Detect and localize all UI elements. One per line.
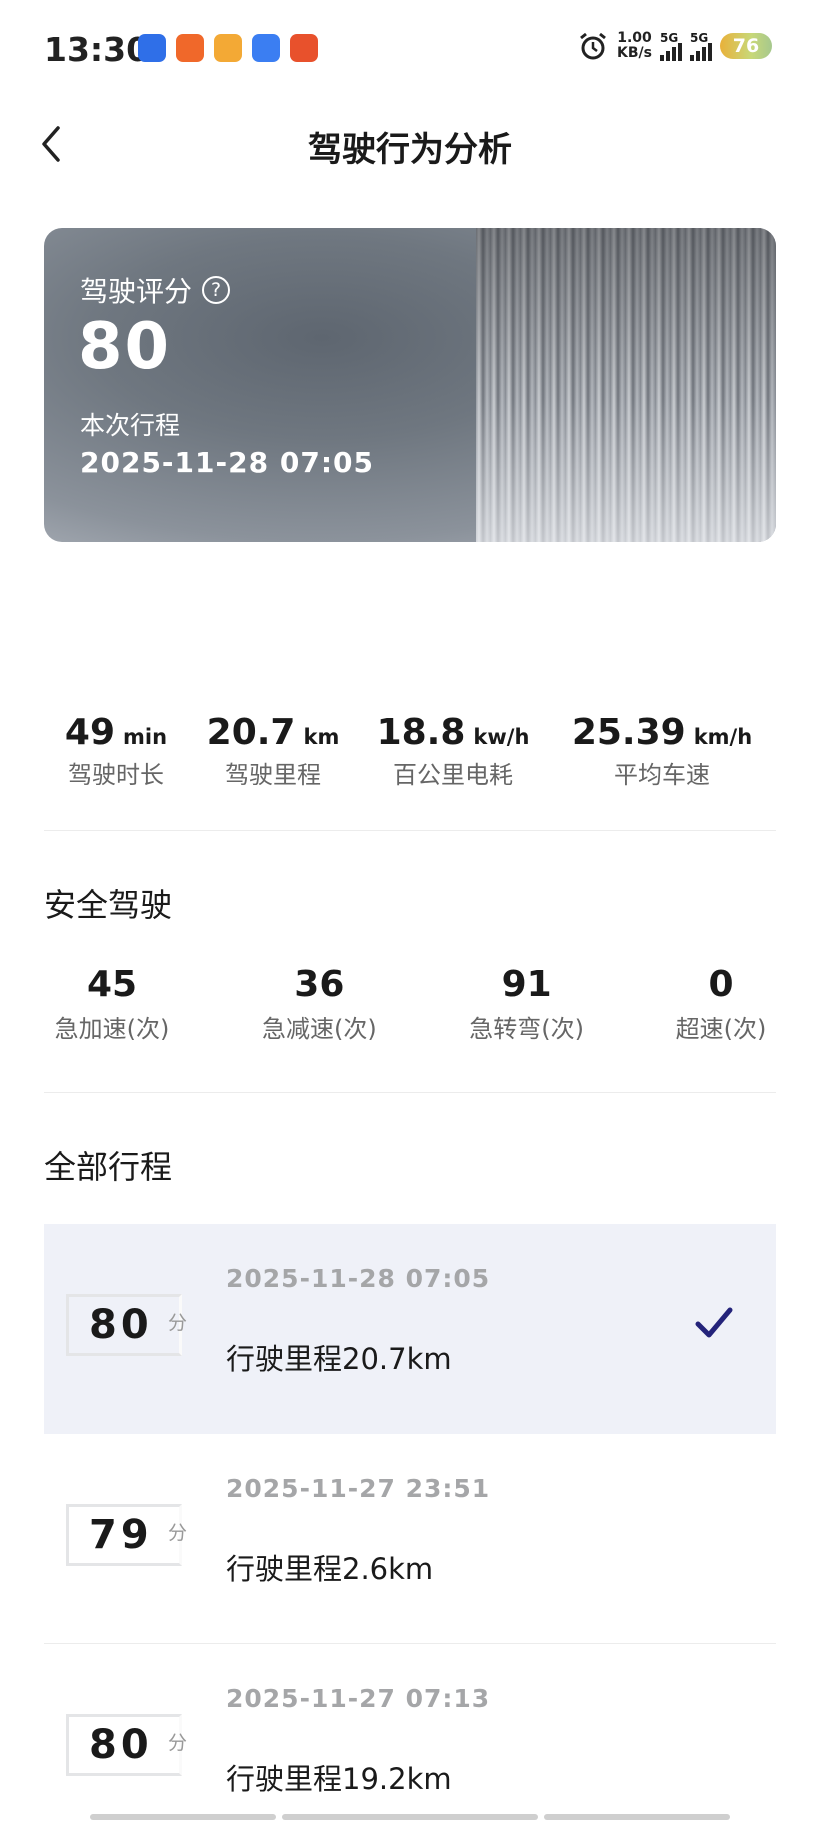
safety-value: 36 — [294, 964, 345, 1005]
trip-score-box: 80 — [66, 1714, 182, 1776]
safety-label: 超速(次) — [675, 1015, 767, 1043]
stat-value: 25.39 — [571, 712, 686, 753]
stat-label: 驾驶里程 — [225, 761, 321, 789]
divider — [44, 1092, 776, 1093]
card-decoration — [476, 228, 776, 542]
trip-item[interactable]: 80 分 2025-11-28 07:05 行驶里程20.7km — [44, 1224, 776, 1434]
trip-score-box: 79 — [66, 1504, 182, 1566]
network-speed-value: 1.00 — [617, 30, 652, 46]
stat-unit: min — [123, 725, 168, 749]
stat-value: 18.8 — [376, 712, 466, 753]
stat-label: 驾驶时长 — [68, 761, 164, 789]
safety-label: 急减速(次) — [261, 1015, 377, 1043]
trip-score-unit: 分 — [168, 1312, 188, 1334]
status-bar: 13:30 1.00 KB/s 5G 5G 76 — [0, 0, 820, 100]
safety-value: 91 — [501, 964, 552, 1005]
current-trip-time: 2025-11-28 07:05 — [80, 446, 374, 479]
trip-score: 80 — [89, 1302, 153, 1348]
stat-label: 百公里电耗 — [393, 761, 513, 789]
safety-sharp-turn: 91 急转弯(次) — [459, 964, 595, 1044]
home-indicator[interactable] — [282, 1814, 538, 1820]
stat-energy-consumption: 18.8 kw/h 百公里电耗 — [358, 712, 548, 790]
help-icon[interactable]: ? — [202, 276, 231, 304]
network-speed: 1.00 KB/s — [617, 31, 652, 61]
current-trip-label: 本次行程 — [80, 411, 181, 440]
app-icon — [214, 34, 242, 62]
trip-stats: 49 min 驾驶时长 20.7 km 驾驶里程 18.8 kw/h 百公里电耗 25… — [44, 712, 776, 790]
stat-value: 20.7 — [206, 712, 296, 753]
trip-score-unit: 分 — [168, 1732, 188, 1754]
signal-strength-icon: 5G — [660, 31, 682, 61]
safety-speeding: 0 超速(次) — [666, 964, 776, 1044]
trip-item[interactable]: 79 分 2025-11-27 23:51 行驶里程2.6km — [44, 1434, 776, 1644]
status-indicators: 1.00 KB/s 5G 5G 76 — [577, 30, 772, 62]
trip-distance: 行驶里程20.7km — [226, 1342, 452, 1376]
safety-rapid-deceleration: 36 急减速(次) — [251, 964, 387, 1044]
page-title: 驾驶行为分析 — [308, 130, 512, 170]
stat-average-speed: 25.39 km/h 平均车速 — [548, 712, 776, 790]
trip-date: 2025-11-28 07:05 — [226, 1264, 491, 1293]
stat-unit: km/h — [693, 725, 753, 749]
signal-label: 5G — [660, 31, 679, 45]
stat-distance: 20.7 km 驾驶里程 — [188, 712, 358, 790]
trip-score: 80 — [89, 1722, 153, 1768]
notification-app-icons — [138, 34, 318, 62]
stat-label: 平均车速 — [614, 761, 710, 789]
safety-value: 0 — [708, 964, 734, 1005]
trip-date: 2025-11-27 23:51 — [226, 1474, 491, 1503]
stat-value: 49 — [64, 712, 116, 753]
trip-distance: 行驶里程19.2km — [226, 1762, 452, 1796]
app-icon — [176, 34, 204, 62]
status-time: 13:30 — [44, 30, 150, 69]
home-indicator — [544, 1814, 730, 1820]
app-icon — [252, 34, 280, 62]
stat-unit: kw/h — [473, 725, 530, 749]
trip-score-box: 80 — [66, 1294, 182, 1356]
battery-level: 76 — [720, 33, 772, 59]
trip-score-unit: 分 — [168, 1522, 188, 1544]
safety-label: 急加速(次) — [54, 1015, 170, 1043]
network-speed-unit: KB/s — [617, 45, 652, 61]
signal-strength-icon: 5G — [690, 31, 712, 61]
divider — [44, 830, 776, 831]
alarm-clock-icon — [577, 30, 609, 62]
safety-value: 45 — [86, 964, 138, 1005]
trip-item[interactable]: 80 分 2025-11-27 07:13 行驶里程19.2km — [44, 1644, 776, 1822]
score-label: 驾驶评分 ? — [80, 270, 231, 310]
driving-score: 80 — [78, 310, 172, 384]
safety-stats: 45 急加速(次) 36 急减速(次) 91 急转弯(次) 0 超速(次) — [44, 964, 776, 1044]
signal-label: 5G — [690, 31, 709, 45]
trip-distance: 行驶里程2.6km — [226, 1552, 434, 1586]
stat-duration: 49 min 驾驶时长 — [44, 712, 188, 790]
trip-date: 2025-11-27 07:13 — [226, 1684, 491, 1713]
check-icon — [695, 1307, 733, 1338]
safety-rapid-acceleration: 45 急加速(次) — [44, 964, 180, 1044]
app-icon — [290, 34, 318, 62]
score-label-text: 驾驶评分 — [80, 275, 193, 308]
trip-score: 79 — [89, 1512, 153, 1558]
app-icon — [138, 34, 166, 62]
trips-section-title: 全部行程 — [44, 1148, 173, 1186]
safety-section-title: 安全驾驶 — [44, 886, 173, 924]
home-indicator — [90, 1814, 276, 1820]
safety-label: 急转弯(次) — [469, 1015, 585, 1043]
stat-unit: km — [303, 725, 340, 749]
driving-score-card: 驾驶评分 ? 80 本次行程 2025-11-28 07:05 — [44, 228, 776, 542]
